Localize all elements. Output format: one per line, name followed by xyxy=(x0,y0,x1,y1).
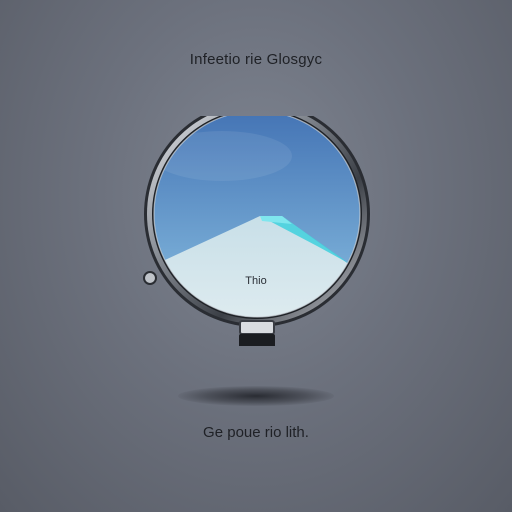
magnifier-lens-icon xyxy=(142,116,372,346)
page-title: Infeetio rie Glosgyc xyxy=(189,51,323,68)
lens-label: Thio xyxy=(245,275,267,287)
footer-caption: Ge poue rio lith. xyxy=(203,424,309,441)
drop-shadow xyxy=(178,386,334,406)
